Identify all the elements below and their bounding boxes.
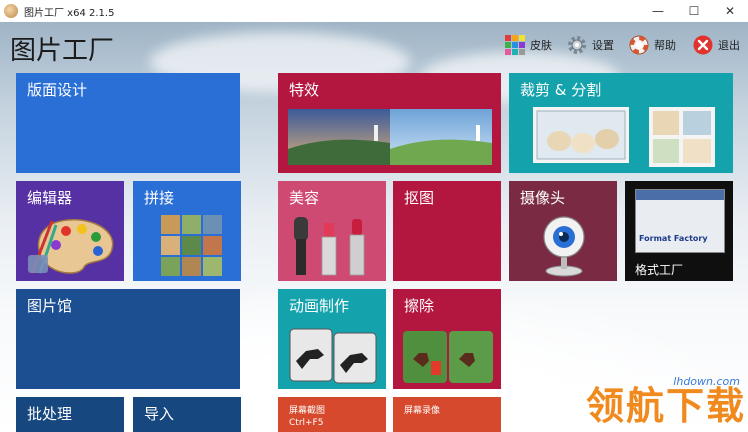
gear-icon	[568, 36, 586, 54]
erase-sample-image	[403, 331, 493, 383]
tile-label: 屏幕录像	[404, 406, 441, 416]
help-lifebuoy-icon	[629, 35, 649, 55]
format-factory-titlebar	[636, 190, 724, 200]
main-area: 图片工厂 皮肤 设置 帮助 退出 版面设计 编辑器 拼接 图片馆 批处理 导入 …	[0, 22, 748, 432]
crop-photo-image	[533, 107, 629, 163]
tile-label: 导入	[144, 405, 175, 423]
webcam-icon	[543, 216, 585, 277]
tile-erase[interactable]: 擦除	[393, 289, 501, 389]
settings-label: 设置	[592, 39, 614, 52]
tile-crop-split[interactable]: 裁剪 & 分割	[509, 73, 733, 173]
tile-camera[interactable]: 摄像头	[509, 181, 617, 281]
effects-landscape-image	[288, 109, 492, 165]
tile-label: 图片馆	[27, 297, 73, 315]
skin-label: 皮肤	[530, 39, 552, 52]
tile-layout-design[interactable]: 版面设计	[16, 73, 240, 173]
tile-editor[interactable]: 编辑器	[16, 181, 124, 281]
tile-label: 批处理	[27, 405, 73, 423]
cosmetics-icon	[294, 217, 365, 276]
tile-label: 编辑器	[27, 189, 73, 207]
app-title: 图片工厂	[10, 36, 115, 66]
tile-screen-record[interactable]: 屏幕录像	[393, 397, 501, 432]
tile-label: 动画制作	[289, 297, 350, 315]
maximize-button[interactable]: ☐	[676, 0, 712, 22]
tile-screenshot[interactable]: 屏幕截图 Ctrl+F5	[278, 397, 386, 432]
settings-button[interactable]: 设置	[566, 32, 614, 58]
help-button[interactable]: 帮助	[628, 32, 676, 58]
tile-collage[interactable]: 拼接	[133, 181, 241, 281]
film-strip-horse-icon	[289, 328, 377, 384]
exit-label: 退出	[718, 39, 740, 52]
tile-label: 裁剪 & 分割	[520, 81, 602, 99]
tile-format-factory[interactable]: Format Factory 格式工厂	[625, 181, 733, 281]
minimize-button[interactable]: —	[640, 0, 676, 22]
tile-label: 拼接	[144, 189, 175, 207]
tile-label: 抠图	[404, 189, 435, 207]
tile-label: 摄像头	[520, 189, 566, 207]
skin-button[interactable]: 皮肤	[504, 32, 552, 58]
tile-label: 屏幕截图	[289, 406, 326, 416]
help-label: 帮助	[654, 39, 676, 52]
exit-button[interactable]: 退出	[692, 32, 740, 58]
window-titlebar: 图片工厂 x64 2.1.5 — ☐ ✕	[0, 0, 748, 23]
tile-label: 版面设计	[27, 81, 88, 99]
tile-label: 特效	[289, 81, 320, 99]
app-logo-icon	[4, 4, 18, 18]
tile-animation[interactable]: 动画制作	[278, 289, 386, 389]
close-window-button[interactable]: ✕	[712, 0, 748, 22]
tile-effects[interactable]: 特效	[278, 73, 501, 173]
tile-import[interactable]: 导入	[133, 397, 241, 432]
format-factory-window-image: Format Factory	[635, 189, 725, 253]
tile-cutout[interactable]: 抠图	[393, 181, 501, 281]
exit-icon	[693, 35, 713, 55]
screenshot-hotkey: Ctrl+F5	[289, 418, 324, 428]
tile-label: 擦除	[404, 297, 435, 315]
tile-batch[interactable]: 批处理	[16, 397, 124, 432]
tile-gallery[interactable]: 图片馆	[16, 289, 240, 389]
watermark-text: 领航下载	[585, 384, 746, 428]
tile-label: 美容	[289, 189, 320, 207]
split-photo-image	[649, 107, 715, 167]
paint-palette-icon	[28, 219, 114, 274]
photo-grid-icon	[161, 215, 222, 276]
format-factory-logo-text: Format Factory	[639, 234, 708, 243]
tile-beauty[interactable]: 美容	[278, 181, 386, 281]
tile-label: 格式工厂	[635, 263, 684, 277]
skin-palette-icon	[505, 35, 525, 55]
window-title: 图片工厂 x64 2.1.5	[24, 8, 115, 19]
